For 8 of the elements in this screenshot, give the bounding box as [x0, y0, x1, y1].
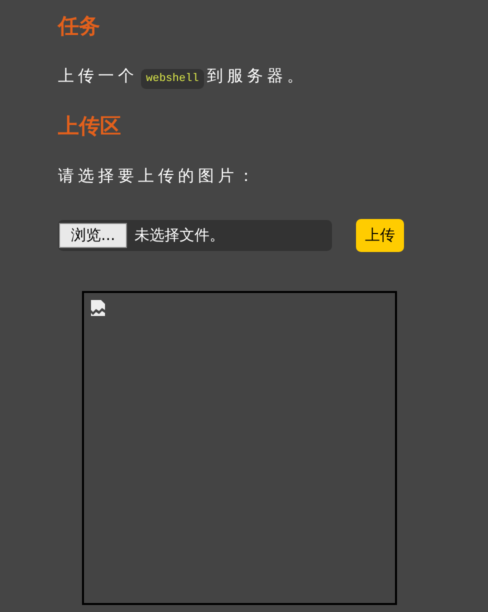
section-heading: 上传区: [58, 113, 121, 140]
browse-button[interactable]: 浏览...: [59, 223, 128, 248]
file-input[interactable]: 浏览... 未选择文件。: [58, 220, 332, 251]
upload-prompt: 请选择要上传的图片：: [58, 165, 258, 187]
file-status: 未选择文件。: [134, 225, 224, 246]
upload-button[interactable]: 上传: [356, 219, 404, 252]
section-heading: 任务: [58, 13, 100, 40]
task-description: 上传一个 webshell 到服务器。: [58, 62, 307, 93]
